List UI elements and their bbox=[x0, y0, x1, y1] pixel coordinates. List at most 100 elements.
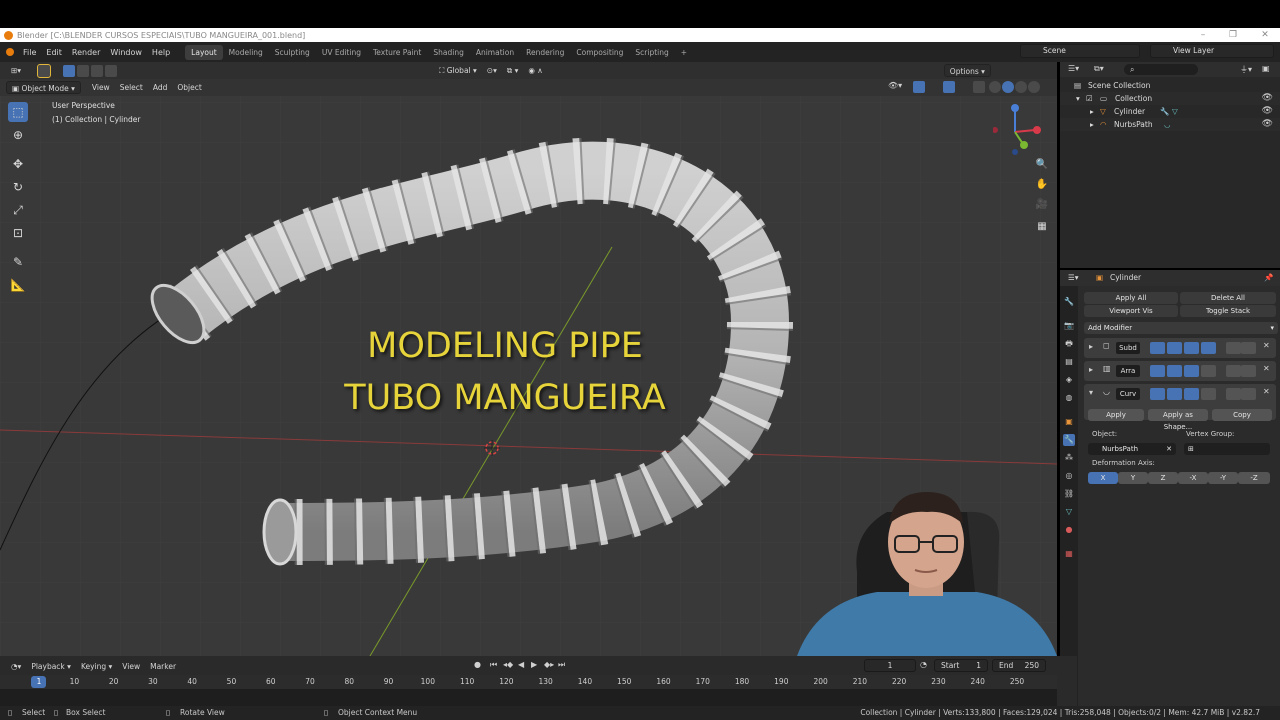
annotate-tool-icon[interactable]: ✎ bbox=[8, 252, 28, 272]
expand-arrow-icon[interactable]: ▾ bbox=[1076, 92, 1080, 105]
overlay-toggle-icon[interactable] bbox=[943, 81, 955, 93]
checkbox-icon[interactable]: ☑ bbox=[1086, 92, 1093, 105]
move-up-icon[interactable] bbox=[1226, 388, 1241, 400]
modifier-tab-icon[interactable]: 🔧 bbox=[1063, 434, 1075, 446]
visibility-icon[interactable]: 👁▾ bbox=[888, 81, 902, 90]
axis-neg-x-button[interactable]: -X bbox=[1178, 472, 1208, 484]
play-icon[interactable]: ▶ bbox=[531, 660, 537, 669]
cage-toggle-icon[interactable] bbox=[1201, 342, 1216, 354]
modifier-array[interactable]: ▸ ▥ Arra ✕ bbox=[1084, 361, 1276, 381]
render-toggle-icon[interactable] bbox=[1184, 388, 1199, 400]
start-frame-field[interactable]: Start 1 bbox=[934, 659, 988, 672]
options-dropdown[interactable]: Options ▾ bbox=[943, 64, 991, 77]
axis-neg-z-button[interactable]: -Z bbox=[1238, 472, 1270, 484]
outliner-editor-type-icon[interactable]: ☰▾ bbox=[1068, 64, 1079, 73]
end-frame-field[interactable]: End 250 bbox=[992, 659, 1046, 672]
collapse-arrow-icon[interactable]: ▾ bbox=[1089, 388, 1093, 397]
navigation-gizmo[interactable] bbox=[992, 100, 1053, 160]
timeline-editor-type-icon[interactable]: ◔▾ bbox=[6, 660, 26, 673]
scene-tab-icon[interactable]: ◈ bbox=[1063, 374, 1075, 386]
menu-window[interactable]: Window bbox=[105, 48, 147, 57]
texture-tab-icon[interactable]: ▦ bbox=[1063, 548, 1075, 560]
menu-object[interactable]: Object bbox=[172, 81, 206, 94]
transform-orientation-dropdown[interactable]: ⛶ Global ▾ bbox=[434, 64, 482, 77]
outliner-scene-collection[interactable]: ▤ Scene Collection bbox=[1060, 79, 1280, 92]
move-up-icon[interactable] bbox=[1226, 365, 1241, 377]
shading-material-icon[interactable] bbox=[1015, 81, 1027, 93]
mode-dropdown[interactable]: ▣ Object Mode ▾ bbox=[6, 81, 81, 94]
select-mode-subtract-icon[interactable] bbox=[91, 64, 104, 77]
move-down-icon[interactable] bbox=[1241, 365, 1256, 377]
pin-icon[interactable]: 📌 bbox=[1264, 270, 1273, 286]
shading-solid-icon[interactable] bbox=[1002, 81, 1014, 93]
modifier-name-field[interactable]: Curv bbox=[1116, 388, 1140, 400]
editmode-toggle-icon[interactable] bbox=[1150, 388, 1165, 400]
blender-menu-icon[interactable] bbox=[6, 48, 14, 56]
pan-hand-icon[interactable]: ✋ bbox=[1033, 176, 1051, 194]
scale-tool-icon[interactable]: ⤢ bbox=[8, 200, 28, 220]
jump-end-icon[interactable]: ⏭ bbox=[558, 660, 565, 670]
tab-modeling[interactable]: Modeling bbox=[223, 45, 269, 60]
timeline-ruler[interactable]: 1 10 20 30 40 50 60 70 80 90 100 110 120 130 140 150 160… bbox=[0, 675, 1057, 689]
viewport-toggle-icon[interactable] bbox=[1167, 342, 1182, 354]
visibility-eye-icon[interactable]: 👁 bbox=[1262, 92, 1273, 105]
expand-arrow-icon[interactable]: ▸ bbox=[1090, 118, 1094, 131]
move-down-icon[interactable] bbox=[1241, 342, 1256, 354]
tab-layout[interactable]: Layout bbox=[185, 44, 223, 60]
expand-arrow-icon[interactable]: ▸ bbox=[1090, 105, 1094, 118]
add-workspace-icon[interactable]: + bbox=[675, 45, 693, 60]
object-tab-icon[interactable]: ▣ bbox=[1063, 416, 1075, 428]
camera-view-icon[interactable]: 🎥 bbox=[1033, 196, 1051, 214]
tab-sculpting[interactable]: Sculpting bbox=[269, 45, 316, 60]
select-tool-icon[interactable] bbox=[37, 63, 52, 78]
menu-help[interactable]: Help bbox=[147, 48, 175, 57]
toggle-stack-button[interactable]: Toggle Stack bbox=[1180, 305, 1276, 317]
cage-toggle-icon[interactable] bbox=[1201, 365, 1216, 377]
close-icon[interactable]: ✕ bbox=[1252, 28, 1278, 42]
timeline-view-menu[interactable]: View bbox=[117, 660, 145, 673]
copy-button[interactable]: Copy bbox=[1212, 409, 1272, 421]
output-tab-icon[interactable]: 🖶 bbox=[1063, 338, 1075, 350]
perspective-toggle-icon[interactable]: ▦ bbox=[1033, 218, 1051, 236]
modifier-subdivision[interactable]: ▸ ◻ Subd ✕ bbox=[1084, 338, 1276, 358]
axis-neg-y-button[interactable]: -Y bbox=[1208, 472, 1238, 484]
render-tab-icon[interactable]: 📷 bbox=[1063, 320, 1075, 332]
scene-selector[interactable]: Scene bbox=[1020, 44, 1140, 58]
playback-menu[interactable]: Playback ▾ bbox=[26, 660, 76, 673]
modifier-name-field[interactable]: Arra bbox=[1116, 365, 1140, 377]
shading-rendered-icon[interactable] bbox=[1028, 81, 1040, 93]
jump-keyframe-back-icon[interactable]: ◂◆ bbox=[503, 660, 513, 669]
properties-editor-type-icon[interactable]: ☰▾ bbox=[1068, 270, 1079, 286]
cage-toggle-icon[interactable] bbox=[1201, 388, 1216, 400]
keying-menu[interactable]: Keying ▾ bbox=[76, 660, 117, 673]
menu-edit[interactable]: Edit bbox=[41, 48, 67, 57]
tab-scripting[interactable]: Scripting bbox=[629, 45, 674, 60]
tab-compositing[interactable]: Compositing bbox=[570, 45, 629, 60]
menu-select[interactable]: Select bbox=[115, 81, 148, 94]
visibility-eye-icon[interactable]: 👁 bbox=[1262, 105, 1273, 118]
gizmo-toggle-icon[interactable] bbox=[913, 81, 925, 93]
outliner-item-nurbspath[interactable]: ▸ ◠ NurbsPath ◡ 👁 bbox=[1060, 118, 1280, 131]
shading-wireframe-icon[interactable] bbox=[989, 81, 1001, 93]
marker-menu[interactable]: Marker bbox=[145, 660, 181, 673]
rotate-tool-icon[interactable]: ↻ bbox=[8, 177, 28, 197]
apply-as-shape-button[interactable]: Apply as Shape... bbox=[1148, 409, 1208, 431]
move-up-icon[interactable] bbox=[1226, 342, 1241, 354]
select-mode-invert-icon[interactable] bbox=[105, 64, 118, 77]
tab-rendering[interactable]: Rendering bbox=[520, 45, 570, 60]
object-field[interactable]: NurbsPath ✕ bbox=[1088, 443, 1176, 455]
menu-file[interactable]: File bbox=[18, 48, 41, 57]
remove-modifier-icon[interactable]: ✕ bbox=[1263, 387, 1270, 396]
world-tab-icon[interactable]: ◍ bbox=[1063, 392, 1075, 404]
tab-animation[interactable]: Animation bbox=[470, 45, 520, 60]
viewport-toggle-icon[interactable] bbox=[1167, 365, 1182, 377]
minimize-icon[interactable]: – bbox=[1190, 28, 1216, 42]
new-collection-icon[interactable]: ▣ bbox=[1262, 64, 1270, 73]
select-box-tool-icon[interactable]: ⬚ bbox=[8, 102, 28, 122]
transform-tool-icon[interactable]: ⊡ bbox=[8, 223, 28, 243]
clear-field-icon[interactable]: ✕ bbox=[1166, 443, 1172, 455]
zoom-icon[interactable]: 🔍 bbox=[1033, 156, 1051, 174]
material-tab-icon[interactable]: ● bbox=[1063, 524, 1075, 536]
vertex-group-field[interactable]: ⊞ bbox=[1184, 443, 1270, 455]
delete-all-button[interactable]: Delete All bbox=[1180, 292, 1276, 304]
